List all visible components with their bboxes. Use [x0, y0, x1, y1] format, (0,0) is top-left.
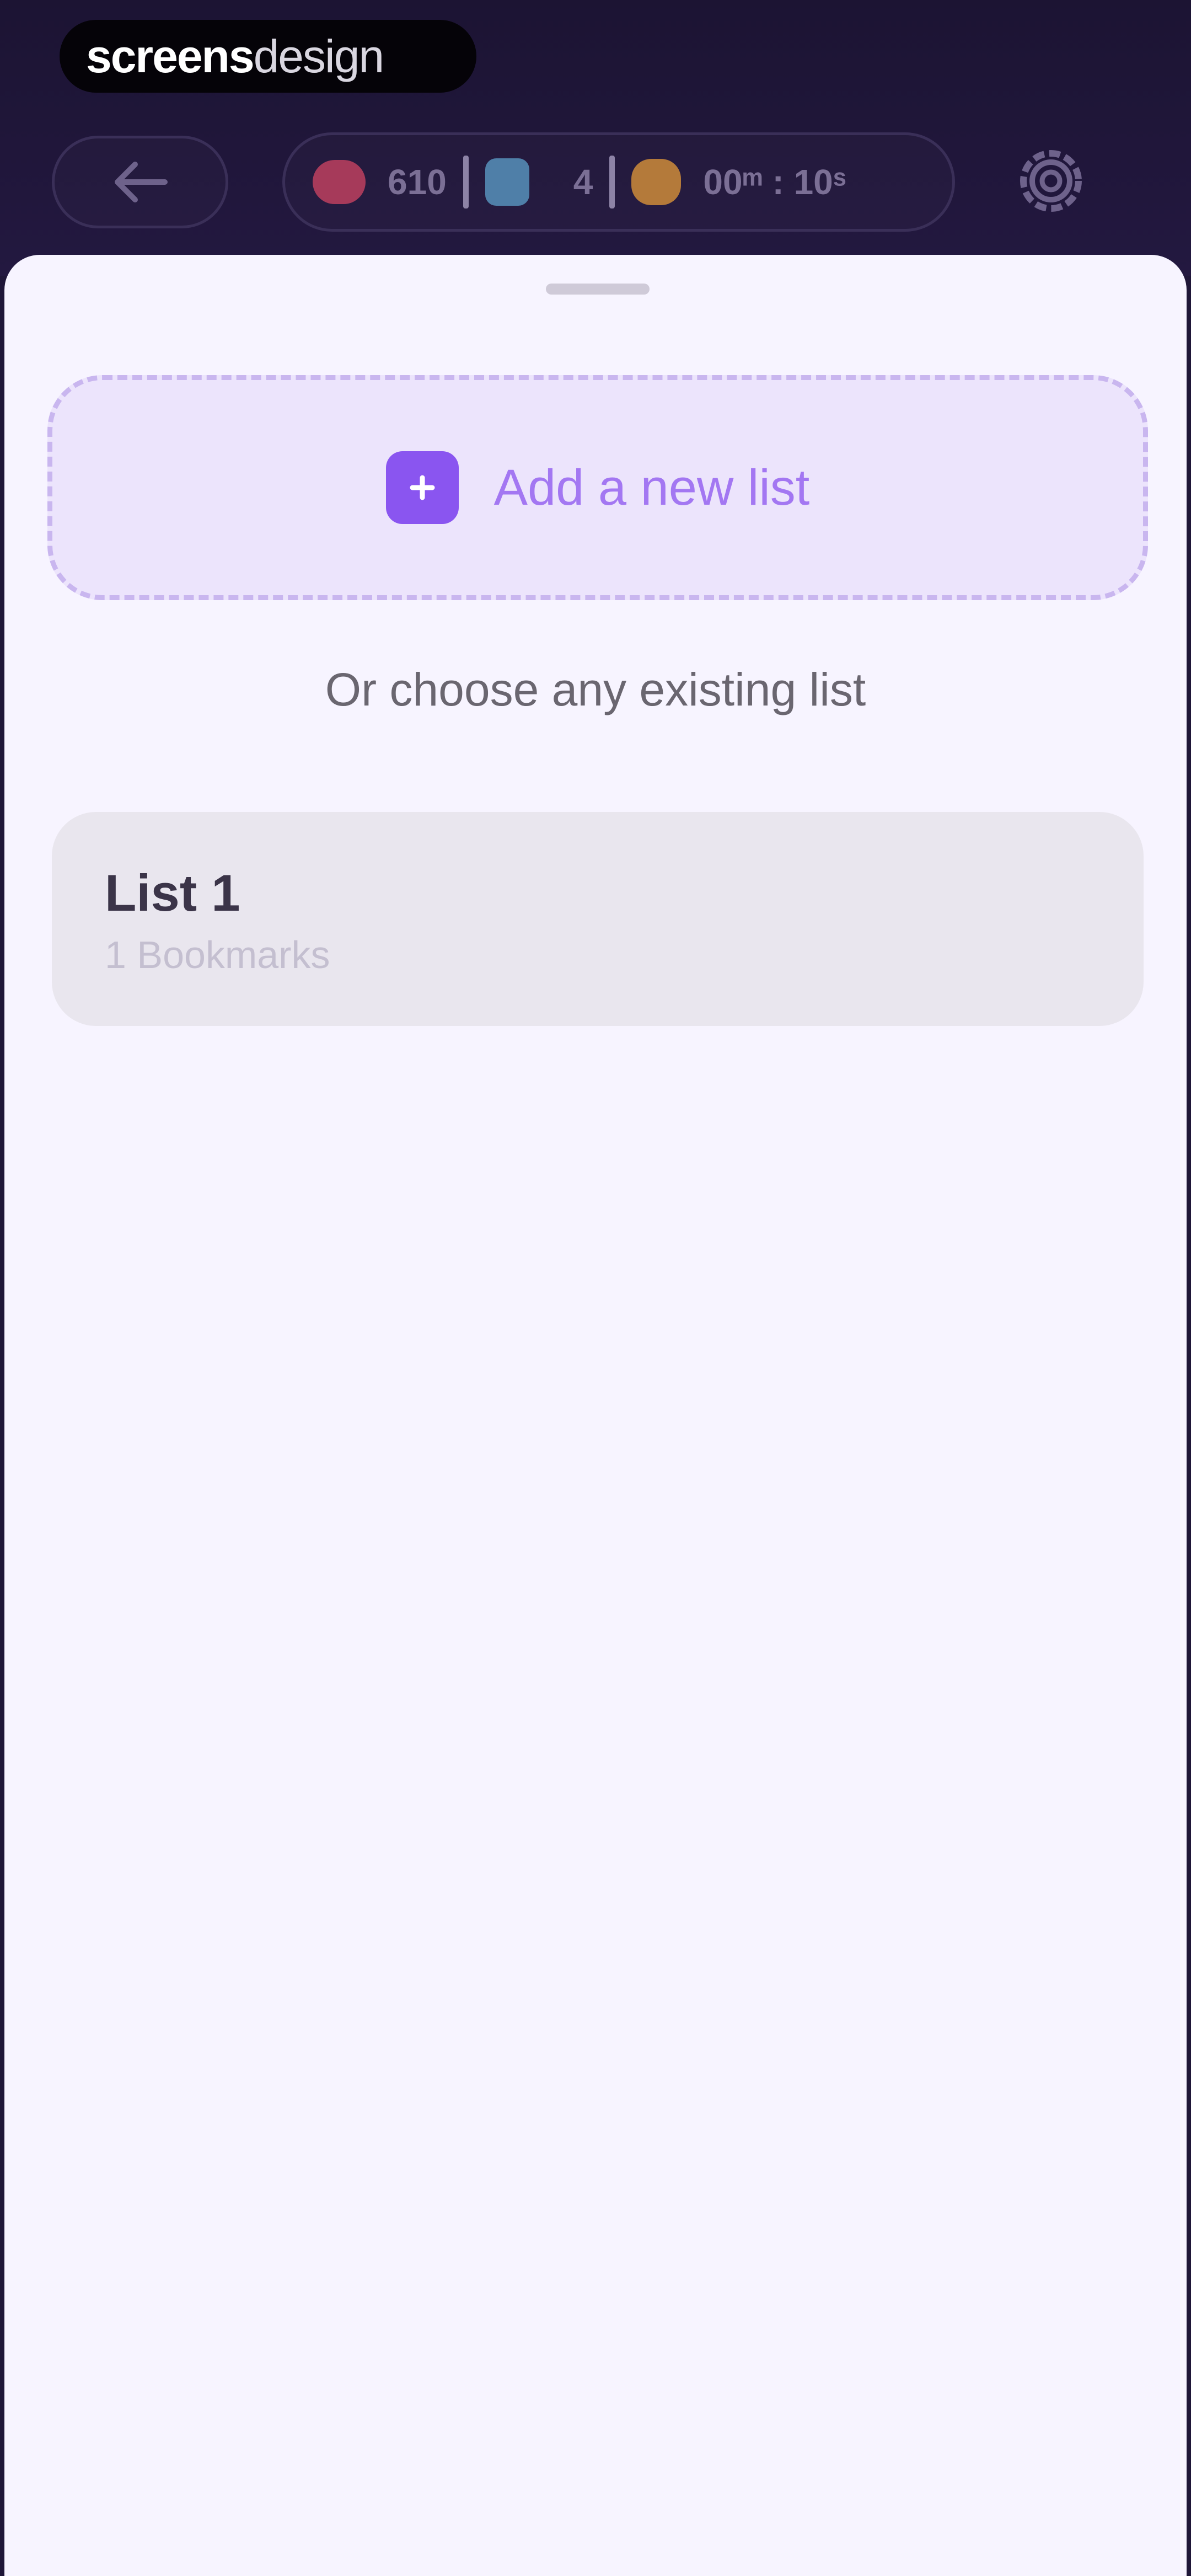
stat-brain: 610: [313, 160, 447, 204]
bookmark-list-sheet: Add a new list Or choose any existing li…: [4, 255, 1187, 2576]
stats-bar: 610 4 00ᵐ : 10ˢ: [282, 132, 955, 232]
logo-part-1: screens: [86, 30, 255, 82]
stat-timer-value: 00ᵐ : 10ˢ: [703, 162, 846, 202]
screensdesign-logo: screens design: [60, 20, 476, 93]
list-name: List 1: [105, 864, 240, 922]
gem-icon: [485, 158, 529, 206]
stat-brain-value: 610: [388, 162, 447, 202]
stat-gem-value: 4: [573, 162, 593, 202]
top-bar: screens design 610 4 00ᵐ : 10ˢ: [0, 0, 1191, 276]
sheet-grabber[interactable]: [546, 284, 650, 295]
list-bookmark-count: 1 Bookmarks: [105, 933, 330, 976]
choose-existing-text: Or choose any existing list: [325, 664, 866, 715]
stat-divider: [609, 156, 615, 209]
clock-icon: [631, 159, 682, 205]
settings-button[interactable]: [1012, 142, 1090, 220]
stat-divider: [463, 156, 469, 209]
logo-part-2: design: [253, 30, 385, 82]
gear-icon: [1020, 150, 1082, 212]
add-new-list-label: Add a new list: [493, 459, 810, 516]
arrow-left-icon: [115, 162, 168, 202]
brain-icon: [313, 160, 366, 204]
add-new-list-button[interactable]: Add a new list: [47, 375, 1148, 600]
stat-gem: 4: [485, 158, 593, 206]
list-item[interactable]: List 1 1 Bookmarks: [52, 812, 1144, 1026]
stat-timer: 00ᵐ : 10ˢ: [631, 159, 846, 205]
plus-icon: [385, 451, 459, 524]
back-button[interactable]: [52, 136, 228, 228]
